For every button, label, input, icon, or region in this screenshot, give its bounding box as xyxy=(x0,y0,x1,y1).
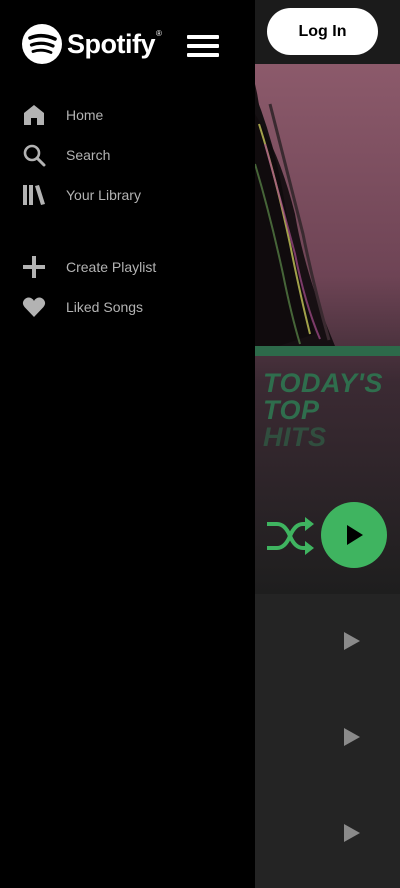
sidebar-item-label: Home xyxy=(66,107,104,123)
sidebar-item-home[interactable]: Home xyxy=(20,97,240,133)
track-row[interactable] xyxy=(255,690,400,786)
top-bar: Log In xyxy=(255,0,400,64)
sidebar-item-library[interactable]: Your Library xyxy=(20,177,240,213)
track-row[interactable] xyxy=(255,594,400,690)
library-icon xyxy=(20,181,48,209)
cover-title-line-3: HITS xyxy=(263,422,327,452)
login-button[interactable]: Log In xyxy=(267,8,378,55)
sidebar-item-label: Search xyxy=(66,147,111,163)
logo-text: Spotify® xyxy=(67,28,162,59)
main-content: Log In TODAY'S TOP HITS xyxy=(255,0,400,888)
sidebar-item-label: Your Library xyxy=(66,187,141,203)
play-icon[interactable] xyxy=(341,629,363,653)
play-icon xyxy=(347,525,363,545)
shuffle-icon[interactable] xyxy=(265,514,315,558)
spotify-logo-icon xyxy=(22,24,62,64)
track-list xyxy=(255,594,400,888)
play-icon[interactable] xyxy=(341,725,363,749)
spotify-logo[interactable]: Spotify® xyxy=(22,24,162,64)
sidebar-item-liked-songs[interactable]: Liked Songs xyxy=(20,289,240,325)
cover-title-line-2: TOP xyxy=(263,395,320,425)
sidebar-item-label: Create Playlist xyxy=(66,259,157,275)
sidebar-item-create-playlist[interactable]: Create Playlist xyxy=(20,249,240,285)
play-button[interactable] xyxy=(321,502,387,568)
playlist-hero: TODAY'S TOP HITS xyxy=(255,64,400,594)
sidebar: Spotify® Home Search Your Library Create… xyxy=(0,0,255,888)
search-icon xyxy=(20,141,48,169)
sidebar-item-search[interactable]: Search xyxy=(20,137,240,173)
cover-art-image xyxy=(255,84,335,354)
cover-title: TODAY'S TOP HITS xyxy=(263,370,400,451)
sidebar-item-label: Liked Songs xyxy=(66,299,144,315)
play-icon[interactable] xyxy=(341,821,363,845)
home-icon xyxy=(20,101,48,129)
track-row[interactable] xyxy=(255,786,400,882)
hamburger-menu-icon[interactable] xyxy=(187,35,219,57)
cover-title-line-1: TODAY'S xyxy=(263,368,383,398)
plus-icon xyxy=(20,253,48,281)
cover-green-band xyxy=(255,346,400,356)
heart-icon xyxy=(20,293,48,321)
